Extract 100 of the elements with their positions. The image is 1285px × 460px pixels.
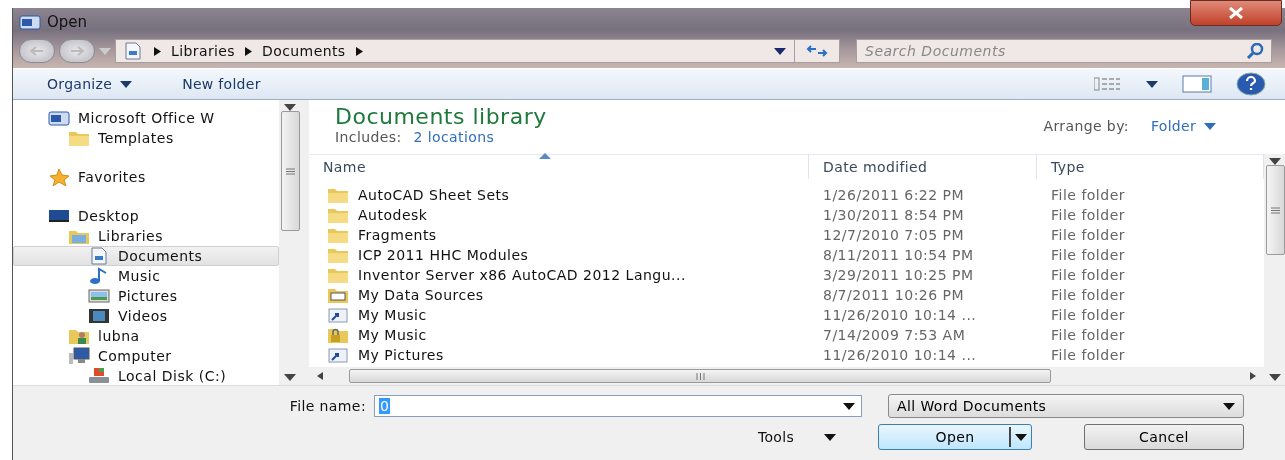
help-icon — [1236, 72, 1266, 96]
file-name-cell[interactable]: My Music — [309, 306, 809, 324]
tree-item[interactable]: Videos — [13, 306, 279, 326]
file-type-dropdown[interactable]: All Word Documents — [888, 394, 1244, 418]
scroll-thumb[interactable] — [349, 369, 1051, 383]
grip-icon — [285, 167, 295, 175]
tree-item[interactable]: Microsoft Office W — [13, 108, 279, 128]
desktop-icon — [48, 207, 70, 225]
folder-icon — [327, 206, 349, 224]
film-icon — [88, 307, 110, 325]
list-view-icon — [1094, 77, 1122, 91]
tree-item[interactable]: Templates — [13, 128, 279, 148]
scrollbar[interactable] — [1264, 154, 1285, 385]
file-name-cell[interactable]: ICP 2011 HHC Modules — [309, 246, 809, 264]
star-icon — [48, 168, 70, 186]
back-arrow-icon — [30, 46, 44, 56]
library-title: Documents library — [335, 104, 547, 129]
picture-icon — [88, 287, 110, 305]
scroll-down-icon — [284, 374, 296, 381]
locations-link[interactable]: 2 locations — [413, 129, 495, 145]
type-cell-text: File folder — [1050, 287, 1127, 303]
type-cell-text: File folder — [1050, 227, 1127, 243]
address-bar[interactable]: Libraries Documents — [115, 39, 795, 63]
new-folder-button[interactable]: New folder — [182, 74, 261, 94]
forward-button[interactable] — [59, 39, 95, 63]
window-title: Open — [47, 13, 88, 31]
close-button[interactable] — [1190, 0, 1282, 26]
file-name-cell[interactable]: AutoCAD Sheet Sets — [309, 186, 809, 204]
date-cell-text: 1/26/2011 6:22 PM — [822, 187, 966, 203]
file-name-cell[interactable]: Fragments — [309, 226, 809, 244]
refresh-icon — [806, 44, 828, 58]
tree-item[interactable]: Favorites — [13, 167, 279, 187]
type-cell-text: File folder — [1050, 307, 1127, 323]
file-name-cell[interactable]: My Pictures — [309, 346, 809, 364]
forward-arrow-icon — [70, 46, 84, 56]
search-icon — [1246, 43, 1264, 59]
file-name-cell[interactable]: Autodesk — [309, 206, 809, 224]
caret-icon — [774, 47, 786, 55]
file-name-cell[interactable]: Inventor Server x86 AutoCAD 2012 Langu... — [309, 266, 809, 284]
grip-icon — [695, 372, 705, 380]
file-name-cell[interactable]: My Music — [309, 326, 809, 344]
arrange-dropdown[interactable]: Folder — [1150, 118, 1216, 134]
date-cell-text: 3/29/2011 10:25 PM — [822, 267, 975, 283]
type-cell-text: File folder — [1050, 207, 1127, 223]
folder-icon — [327, 266, 349, 284]
document-icon — [122, 42, 144, 60]
open-button[interactable]: Open — [878, 424, 1032, 450]
breadcrumb[interactable]: Libraries — [171, 43, 236, 59]
chevron-icon — [154, 46, 161, 56]
scroll-thumb[interactable] — [280, 111, 300, 231]
scroll-right-icon — [1250, 372, 1256, 380]
preview-pane-button[interactable] — [1182, 75, 1212, 93]
shortcut-icon — [327, 346, 349, 364]
sort-arrow-icon — [538, 153, 551, 159]
back-button[interactable] — [19, 39, 55, 63]
history-caret-icon — [99, 47, 111, 55]
view-button[interactable] — [1094, 77, 1122, 91]
date-cell-text: 11/26/2010 10:14 ... — [822, 347, 978, 363]
tree-item[interactable]: Documents — [13, 246, 279, 266]
shortcut-icon — [327, 306, 349, 324]
chevron-icon — [245, 46, 253, 56]
tree-item[interactable]: lubna — [13, 326, 279, 346]
caret-icon — [824, 433, 836, 441]
tools-button[interactable]: Tools — [758, 427, 836, 447]
search-field[interactable]: Search Documents — [856, 39, 1272, 63]
tree-item[interactable]: Music — [13, 266, 279, 286]
caret-icon — [1146, 80, 1158, 88]
caret-icon — [1204, 122, 1216, 130]
scrollbar[interactable] — [279, 100, 301, 385]
tree-item[interactable]: Libraries — [13, 226, 279, 246]
tree-item[interactable]: Local Disk (C:) — [13, 366, 279, 385]
file-name-label: File name: — [289, 398, 366, 414]
scroll-left-icon — [317, 372, 323, 380]
view-menu-button[interactable] — [1146, 80, 1158, 88]
user-folder-icon — [68, 327, 90, 345]
cancel-button[interactable]: Cancel — [1084, 424, 1244, 450]
scroll-thumb[interactable] — [1265, 165, 1285, 255]
organize-button[interactable]: Organize — [47, 74, 133, 94]
tree-item[interactable]: Desktop — [13, 206, 279, 226]
tree-item[interactable]: Pictures — [13, 286, 279, 306]
folder-icon — [327, 186, 349, 204]
preview-pane-icon — [1182, 75, 1212, 93]
data-folder-icon — [327, 286, 349, 304]
file-name-cell[interactable]: My Data Sources — [309, 286, 809, 304]
date-cell-text: 1/30/2011 8:54 PM — [822, 207, 966, 223]
folder-icon — [327, 246, 349, 264]
breadcrumb[interactable]: Documents — [262, 43, 346, 59]
tree-item[interactable]: Computer — [13, 346, 279, 366]
date-cell-text: 12/7/2010 7:05 PM — [822, 227, 966, 243]
help-button[interactable] — [1236, 72, 1266, 96]
caret-icon — [1015, 433, 1027, 441]
folder-icon — [327, 226, 349, 244]
type-cell-text: File folder — [1050, 267, 1127, 283]
locked-folder-icon — [327, 326, 349, 344]
type-cell-text: File folder — [1050, 327, 1127, 343]
refresh-button[interactable] — [794, 39, 840, 63]
arrange-label: Arrange by: — [1043, 118, 1129, 134]
column-header[interactable]: Name — [309, 155, 809, 179]
column-header[interactable]: Date modified — [809, 155, 1037, 179]
chevron-icon — [355, 46, 363, 56]
